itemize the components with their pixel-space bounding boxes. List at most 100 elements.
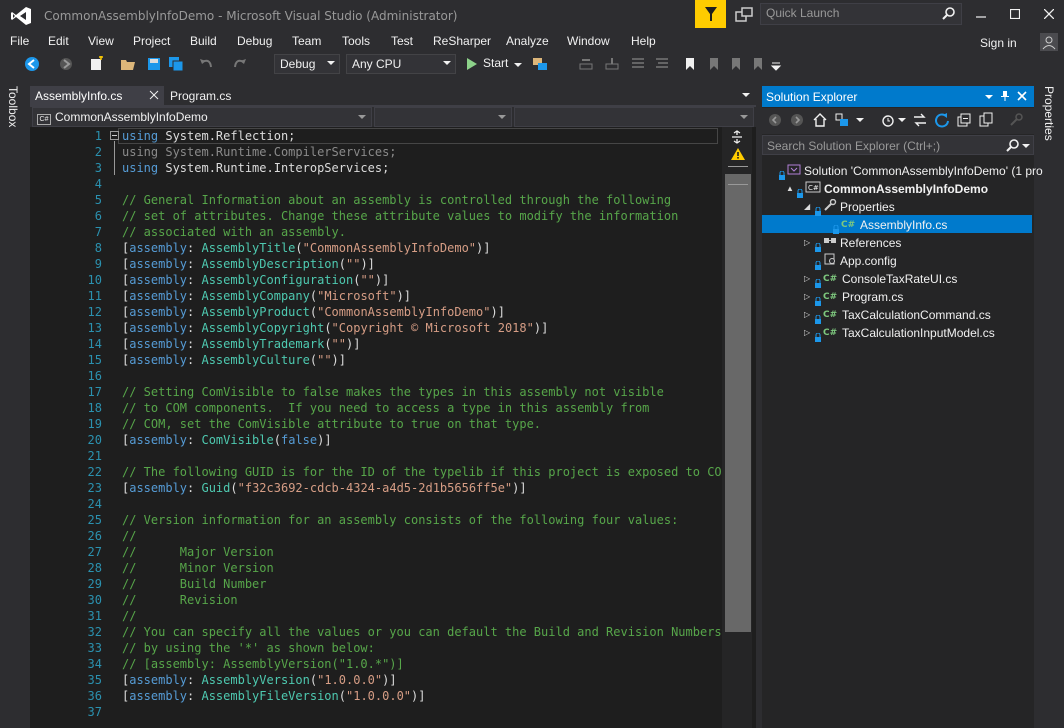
next-bookmark-icon[interactable] xyxy=(728,56,744,72)
code-line[interactable]: [assembly: AssemblyVersion("1.0.0.0")] xyxy=(122,672,397,688)
code-line[interactable]: // by using the '*' as shown below: xyxy=(122,640,375,656)
code-line[interactable]: [assembly: AssemblyCompany("Microsoft")] xyxy=(122,288,411,304)
properties-wrench-icon[interactable] xyxy=(1008,112,1024,128)
expand-toggle-icon[interactable]: ◢ xyxy=(804,198,814,216)
filter-dropdown-icon[interactable] xyxy=(898,116,906,124)
code-line[interactable]: [assembly: AssemblyTitle("CommonAssembly… xyxy=(122,240,490,256)
save-icon[interactable] xyxy=(146,56,162,72)
code-line[interactable]: using System.Runtime.InteropServices; xyxy=(122,160,389,176)
menu-build[interactable]: Build xyxy=(190,34,217,48)
code-line[interactable]: [assembly: AssemblyConfiguration("")] xyxy=(122,272,389,288)
collapse-all-icon[interactable] xyxy=(956,112,972,128)
expand-toggle-icon[interactable]: ▷ xyxy=(804,270,814,288)
previous-bookmark-icon[interactable] xyxy=(706,56,722,72)
close-window-button[interactable] xyxy=(1034,4,1064,24)
menu-resharper[interactable]: ReSharper xyxy=(433,34,491,48)
navigate-forward-icon[interactable] xyxy=(58,56,74,72)
menu-window[interactable]: Window xyxy=(567,34,610,48)
menu-analyze[interactable]: Analyze xyxy=(506,34,549,48)
close-tab-icon[interactable] xyxy=(148,89,160,101)
menu-debug[interactable]: Debug xyxy=(237,34,272,48)
toolbox-tab[interactable]: Toolbox xyxy=(6,86,20,127)
panel-menu-icon[interactable] xyxy=(984,92,994,102)
warning-icon[interactable] xyxy=(731,148,745,160)
code-line[interactable]: // General Information about an assembly… xyxy=(122,192,671,208)
expand-toggle-icon[interactable]: ▷ xyxy=(804,234,814,252)
code-line[interactable]: [assembly: AssemblyCulture("")] xyxy=(122,352,346,368)
tree-item[interactable]: ▲ C# CommonAssemblyInfoDemo xyxy=(786,179,988,198)
sign-in-link[interactable]: Sign in xyxy=(980,36,1017,50)
tree-item[interactable]: App.config xyxy=(804,251,897,270)
pin-icon[interactable] xyxy=(999,90,1011,102)
tree-item[interactable]: ▷ References xyxy=(804,233,901,252)
menu-test[interactable]: Test xyxy=(391,34,413,48)
notifications-flag-icon[interactable] xyxy=(695,0,726,28)
code-line[interactable]: // Minor Version xyxy=(122,560,274,576)
project-navigation-dropdown[interactable]: C# CommonAssemblyInfoDemo xyxy=(32,107,372,127)
tab-overflow-icon[interactable] xyxy=(742,93,750,97)
code-line[interactable]: // [assembly: AssemblyVersion("1.0.*")] xyxy=(122,656,404,672)
menu-team[interactable]: Team xyxy=(292,34,321,48)
start-dropdown-icon[interactable] xyxy=(510,56,526,72)
browser-link-icon[interactable] xyxy=(532,56,548,72)
tree-item[interactable]: ◢ Properties xyxy=(804,197,895,216)
start-debugging-icon[interactable] xyxy=(464,56,480,72)
forward-icon[interactable] xyxy=(790,113,804,127)
code-line[interactable]: // Major Version xyxy=(122,544,274,560)
code-line[interactable]: // to COM components. If you need to acc… xyxy=(122,400,649,416)
feedback-icon[interactable] xyxy=(734,6,754,24)
pending-changes-filter-icon[interactable] xyxy=(880,112,896,128)
maximize-button[interactable] xyxy=(1000,4,1030,24)
tree-item[interactable]: ▷ C# Program.cs xyxy=(804,287,903,306)
start-button[interactable]: Start xyxy=(483,56,508,70)
clear-bookmarks-icon[interactable] xyxy=(750,56,766,72)
undo-icon[interactable] xyxy=(198,56,214,72)
code-line[interactable]: [assembly: AssemblyCopyright("Copyright … xyxy=(122,320,548,336)
minimize-button[interactable] xyxy=(966,4,996,24)
solution-platform-dropdown[interactable]: Any CPU xyxy=(346,54,456,74)
expand-toggle-icon[interactable]: ▲ xyxy=(786,180,796,198)
member-navigation-dropdown[interactable] xyxy=(514,107,754,127)
redo-icon[interactable] xyxy=(232,56,248,72)
step-over-icon[interactable] xyxy=(604,56,620,72)
switch-views-icon[interactable] xyxy=(834,112,850,128)
search-icon[interactable] xyxy=(942,6,956,20)
new-project-icon[interactable] xyxy=(88,56,104,72)
code-line[interactable]: // COM, set the ComVisible attribute to … xyxy=(122,416,541,432)
uncomment-lines-icon[interactable] xyxy=(654,56,670,72)
open-file-icon[interactable] xyxy=(120,56,136,72)
search-icon[interactable] xyxy=(1006,138,1020,152)
show-all-files-icon[interactable] xyxy=(978,112,994,128)
code-line[interactable]: // The following GUID is for the ID of t… xyxy=(122,464,729,480)
tree-item[interactable]: C# AssemblyInfo.cs xyxy=(822,215,947,234)
type-navigation-dropdown[interactable] xyxy=(374,107,512,127)
comment-lines-icon[interactable] xyxy=(630,56,646,72)
tree-item[interactable]: ▷ C# TaxCalculationInputModel.cs xyxy=(804,323,995,342)
code-line[interactable]: [assembly: AssemblyProduct("CommonAssemb… xyxy=(122,304,505,320)
menu-file[interactable]: File xyxy=(10,34,29,48)
step-into-icon[interactable] xyxy=(578,56,594,72)
split-window-icon[interactable] xyxy=(730,130,744,144)
sync-with-active-document-icon[interactable] xyxy=(912,112,928,128)
code-line[interactable]: // You can specify all the values or you… xyxy=(122,624,722,640)
switch-views-dropdown-icon[interactable] xyxy=(856,116,864,124)
code-line[interactable]: [assembly: AssemblyTrademark("")] xyxy=(122,336,360,352)
expand-toggle-icon[interactable]: ▷ xyxy=(804,306,814,324)
menu-tools[interactable]: Tools xyxy=(342,34,370,48)
tree-item[interactable]: ▷ C# TaxCalculationCommand.cs xyxy=(804,305,991,324)
code-line[interactable]: using System.Runtime.CompilerServices; xyxy=(122,144,397,160)
code-line[interactable]: // Build Number xyxy=(122,576,267,592)
code-line[interactable]: using System.Reflection; xyxy=(122,128,295,144)
expand-toggle-icon[interactable]: ▷ xyxy=(804,324,814,342)
code-line[interactable]: [assembly: ComVisible(false)] xyxy=(122,432,332,448)
account-icon[interactable] xyxy=(1040,33,1058,51)
code-line[interactable]: [assembly: AssemblyDescription("")] xyxy=(122,256,375,272)
menu-project[interactable]: Project xyxy=(133,34,170,48)
code-line[interactable]: // Version information for an assembly c… xyxy=(122,512,678,528)
toolbar-overflow-icon[interactable] xyxy=(768,56,784,72)
code-line[interactable]: // Setting ComVisible to false makes the… xyxy=(122,384,664,400)
tree-item[interactable]: ▷ C# ConsoleTaxRateUI.cs xyxy=(804,269,957,288)
collapse-region-icon[interactable] xyxy=(110,131,119,140)
bookmark-icon[interactable] xyxy=(682,56,698,72)
refresh-icon[interactable] xyxy=(934,112,950,128)
